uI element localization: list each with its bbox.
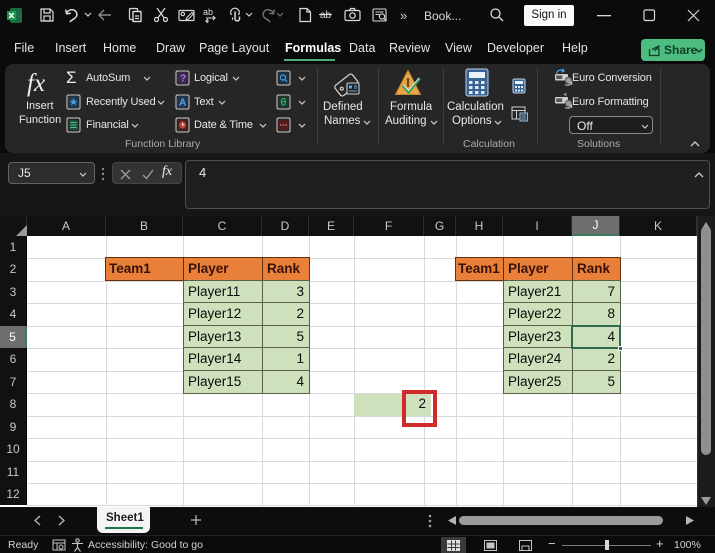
svg-text:?: ? bbox=[180, 74, 186, 85]
svg-text:A: A bbox=[179, 97, 186, 108]
svg-text:θ: θ bbox=[281, 97, 287, 108]
svg-text:ab: ab bbox=[320, 10, 332, 21]
svg-text:ab: ab bbox=[203, 7, 213, 17]
